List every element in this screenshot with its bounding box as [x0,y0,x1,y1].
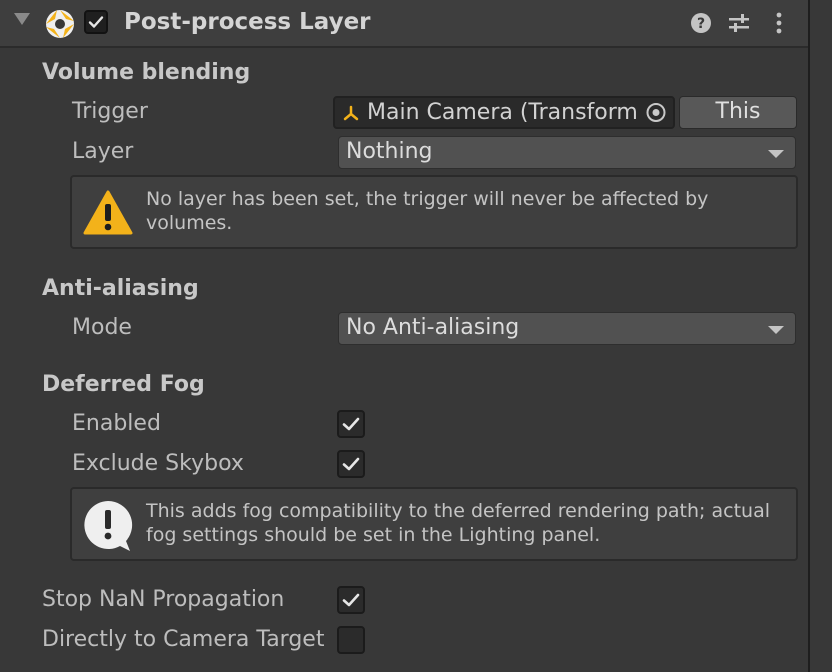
layer-label: Layer [72,139,134,164]
svg-text:?: ? [697,16,705,32]
camera-aperture-icon [46,10,74,38]
section-volume-blending: Volume blending [42,60,251,85]
stop-nan-label: Stop NaN Propagation [42,587,285,612]
section-deferred-fog: Deferred Fog [42,372,205,397]
info-message: This adds fog compatibility to the defer… [146,500,770,546]
exclude-skybox-label: Exclude Skybox [72,451,244,476]
layer-dropdown[interactable]: Nothing [338,136,796,169]
warning-message: No layer has been set, the trigger will … [146,188,709,234]
fog-enabled-checkbox[interactable] [337,410,365,438]
section-anti-aliasing: Anti-aliasing [42,276,199,301]
mode-dropdown-value: No Anti-aliasing [346,315,520,340]
layer-warning-box: No layer has been set, the trigger will … [70,175,798,249]
help-icon[interactable]: ? [688,10,714,36]
trigger-label: Trigger [72,99,148,124]
object-picker-button[interactable] [637,98,673,127]
layer-dropdown-value: Nothing [346,139,433,164]
fog-enabled-label: Enabled [72,411,161,436]
checkmark-icon [342,417,360,431]
fog-info-box: This adds fog compatibility to the defer… [70,487,798,561]
component-enabled-checkbox[interactable] [84,10,108,34]
foldout-expanded-icon[interactable] [14,13,30,25]
direct-to-camera-checkbox[interactable] [337,626,365,654]
checkmark-icon [342,593,360,607]
info-speech-bubble-icon [84,500,133,551]
this-button[interactable]: This [679,96,797,129]
checkmark-icon [88,16,104,28]
stop-nan-checkbox[interactable] [337,586,365,614]
dropdown-arrow-icon [768,326,784,334]
post-process-layer-inspector: Post-process Layer ? Volume blending Tri… [0,0,810,672]
component-title: Post-process Layer [124,9,371,35]
trigger-value: Main Camera (Transform) [367,100,647,125]
component-header[interactable]: Post-process Layer ? [0,0,808,48]
warning-icon [83,190,133,235]
direct-to-camera-label: Directly to Camera Target [42,627,325,652]
mode-label: Mode [72,315,132,340]
object-picker-icon [646,103,666,122]
antialiasing-mode-dropdown[interactable]: No Anti-aliasing [338,312,796,345]
exclude-skybox-checkbox[interactable] [337,450,365,478]
kebab-menu-icon[interactable] [766,10,792,36]
checkmark-icon [342,457,360,471]
presets-sliders-icon[interactable] [726,10,752,36]
trigger-object-field[interactable]: Main Camera (Transform) [333,96,675,129]
dropdown-arrow-icon [768,150,784,158]
transform-icon [343,105,359,121]
